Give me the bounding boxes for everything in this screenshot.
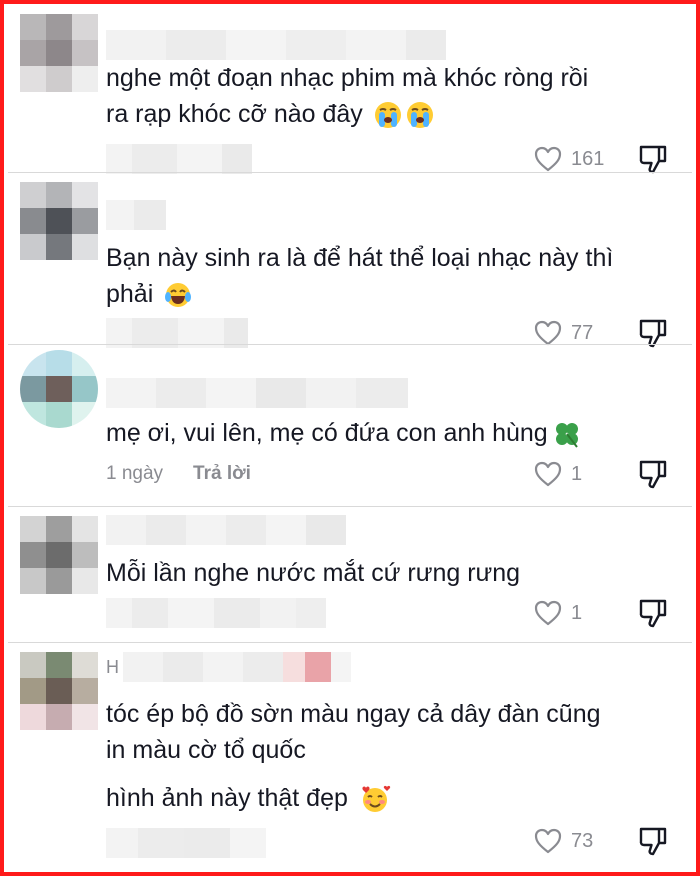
- divider: [8, 642, 692, 643]
- dislike-icon[interactable]: [636, 457, 670, 491]
- comment-text: Bạn này sinh ra là để hát thể loại nhạc …: [106, 244, 614, 308]
- heart-icon: [534, 461, 562, 487]
- avatar[interactable]: [20, 516, 98, 594]
- comment-text: mẹ ơi, vui lên, mẹ có đứa con anh hùng: [106, 415, 646, 451]
- tears-of-joy-face-icon: [165, 283, 192, 308]
- divider: [8, 344, 692, 345]
- username[interactable]: [106, 30, 446, 60]
- comment-text: tóc ép bộ đồ sờn màu ngay cả dây đàn cũn…: [106, 700, 601, 764]
- dislike-icon[interactable]: [636, 824, 670, 858]
- comment-text-extra: hình ảnh này thật đẹp: [106, 780, 646, 816]
- divider: [8, 172, 692, 173]
- username[interactable]: H: [106, 652, 351, 682]
- avatar[interactable]: [20, 652, 98, 730]
- username-blur: [123, 652, 351, 682]
- dislike-icon[interactable]: [636, 596, 670, 630]
- loudly-crying-face-icon: [374, 102, 401, 129]
- heart-icon: [534, 320, 562, 346]
- avatar[interactable]: [20, 350, 98, 428]
- comment-date: [106, 598, 326, 628]
- like-count: 73: [571, 829, 594, 852]
- like-button[interactable]: 73: [533, 824, 593, 858]
- comment-meta: [106, 598, 326, 628]
- comment-date: [106, 828, 266, 858]
- loudly-crying-face-icon: [406, 102, 433, 129]
- comment-meta: [106, 828, 266, 858]
- comment-text: nghe một đoạn nhạc phim mà khóc ròng rồi…: [106, 64, 589, 129]
- dislike-icon[interactable]: [636, 142, 670, 176]
- like-button[interactable]: 1: [533, 457, 582, 491]
- like-count: 161: [571, 147, 605, 170]
- avatar[interactable]: [20, 14, 98, 92]
- like-button[interactable]: 161: [533, 142, 604, 176]
- comment-meta: 1 ngày Trả lời: [106, 459, 251, 489]
- comment-date: 1 ngày: [106, 463, 164, 484]
- like-count: 1: [571, 462, 583, 485]
- comment-meta: [106, 144, 252, 174]
- comment-text: Mỗi lần nghe nước mắt cứ rưng rưng: [106, 559, 521, 587]
- like-count: 1: [571, 601, 583, 624]
- username[interactable]: [106, 200, 166, 230]
- username[interactable]: [106, 515, 346, 545]
- heart-icon: [534, 828, 562, 854]
- heart-icon: [534, 600, 562, 626]
- avatar[interactable]: [20, 182, 98, 260]
- like-button[interactable]: 1: [533, 596, 582, 630]
- heart-icon: [534, 146, 562, 172]
- divider: [8, 506, 692, 507]
- like-count: 77: [571, 321, 594, 344]
- smiling-face-with-hearts-icon: [362, 786, 391, 813]
- reply-button[interactable]: Trả lời: [193, 463, 251, 485]
- four-leaf-clover-icon: [555, 423, 578, 449]
- comment-date: [106, 144, 252, 174]
- username[interactable]: [106, 378, 408, 408]
